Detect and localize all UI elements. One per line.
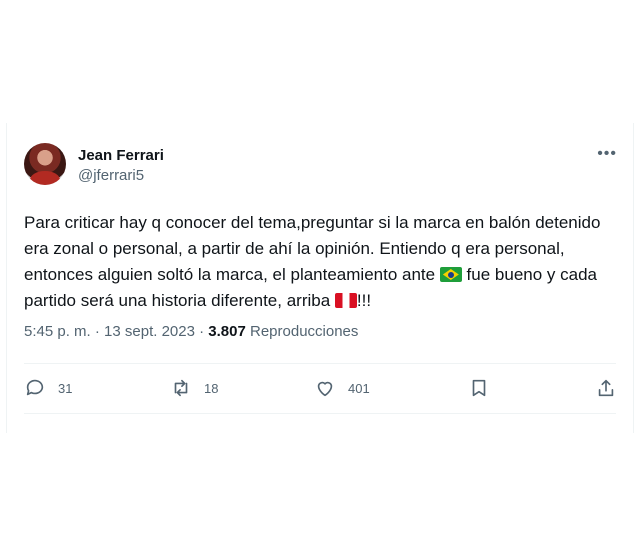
like-button[interactable]: 401 <box>314 373 370 403</box>
like-icon <box>317 381 333 397</box>
author-handle[interactable]: @jferrari5 <box>78 167 144 184</box>
reply-count: 31 <box>58 380 73 396</box>
retweet-button[interactable]: 18 <box>170 373 218 403</box>
brazil-flag-icon <box>439 267 462 282</box>
reply-icon <box>26 379 44 396</box>
more-icon[interactable]: ••• <box>597 145 617 163</box>
divider <box>24 413 616 414</box>
tweet-text-part3: !!! <box>356 291 372 310</box>
avatar[interactable] <box>24 143 66 185</box>
tweet-text: Para criticar hay q conocer del tema,pre… <box>24 210 624 314</box>
peru-flag-icon <box>334 293 357 308</box>
tweet-card: Jean Ferrari @jferrari5 ••• Para critica… <box>6 123 634 433</box>
reply-button[interactable]: 31 <box>24 373 72 403</box>
bookmark-icon <box>472 379 486 397</box>
share-button[interactable] <box>595 373 629 403</box>
views-count: 3.807 <box>208 323 246 340</box>
retweet-icon <box>174 379 188 397</box>
like-count: 401 <box>348 380 370 396</box>
bookmark-button[interactable] <box>468 373 502 403</box>
views-label: Reproducciones <box>245 323 359 340</box>
action-bar: 31 18 401 <box>7 373 633 403</box>
retweet-count: 18 <box>204 380 219 396</box>
author-name[interactable]: Jean Ferrari <box>78 147 164 164</box>
tweet-meta: 5:45 p. m. · 13 sept. 2023 · 3.807 Repro… <box>24 323 358 340</box>
share-icon <box>598 379 614 397</box>
divider <box>24 363 616 364</box>
tweet-time-date[interactable]: 5:45 p. m. · 13 sept. 2023 · <box>24 323 208 340</box>
